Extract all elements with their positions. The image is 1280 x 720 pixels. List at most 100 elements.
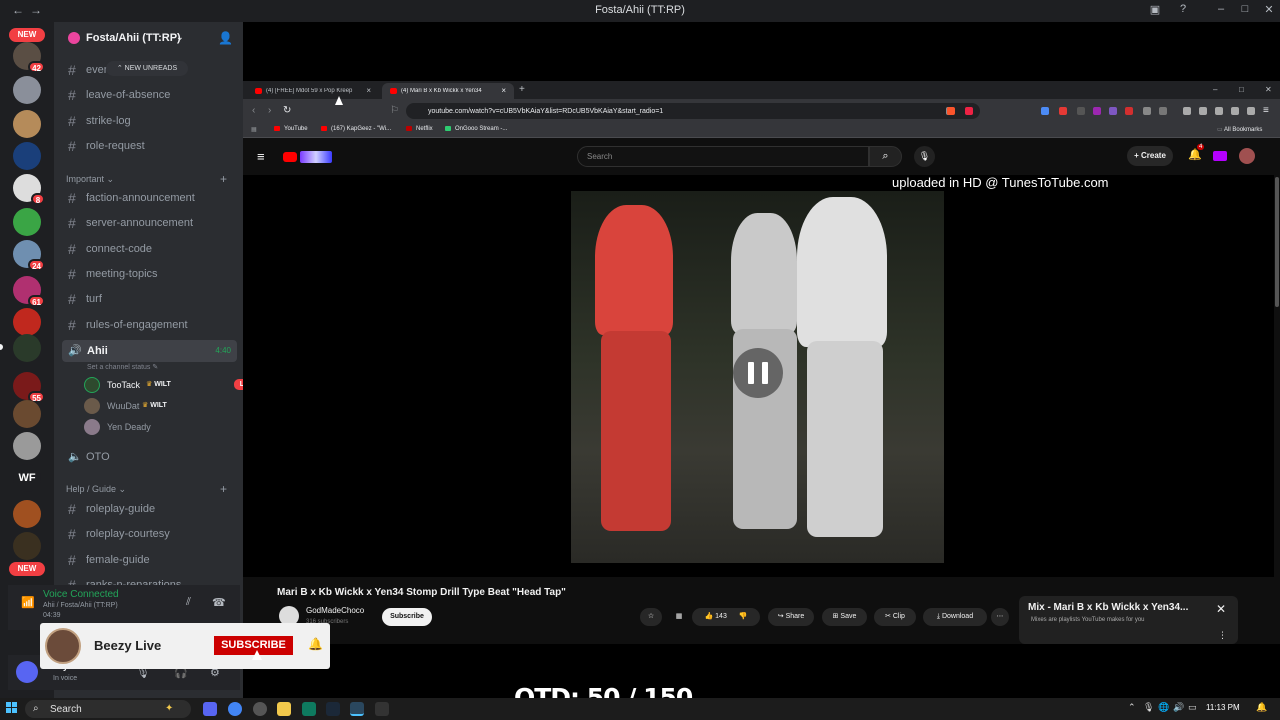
server-icon[interactable]	[13, 400, 41, 428]
wallet-icon[interactable]	[1215, 107, 1223, 115]
extension-icon[interactable]	[1125, 107, 1133, 115]
category-help-guide[interactable]: Help / Guide ⌄ +	[66, 482, 227, 496]
hamburger-menu-icon[interactable]: ≡	[257, 149, 265, 164]
url-text[interactable]: youtube.com/watch?v=cUB5VbKAiaY&list=RDc…	[428, 108, 663, 115]
server-header[interactable]: Fosta/Ahii (TT:RP) ⌄ 👤	[54, 22, 243, 56]
extension-icon[interactable]	[1109, 107, 1117, 115]
voice-channel-ahii[interactable]: 🔊 Ahii 4:40	[62, 340, 237, 362]
menu-icon[interactable]: ≡	[1263, 105, 1269, 116]
youtube-logo-icon[interactable]	[283, 152, 297, 162]
server-icon[interactable]	[13, 500, 41, 528]
volume-icon[interactable]: 🔊	[1173, 702, 1184, 713]
server-icon[interactable]: 8	[13, 174, 45, 205]
avatar[interactable]	[16, 661, 38, 683]
channel-name[interactable]: GodMadeChoco	[306, 606, 364, 615]
extension-icon[interactable]	[1159, 107, 1167, 115]
vpn-icon[interactable]	[1247, 107, 1255, 115]
dislike-button[interactable]: 👎	[739, 613, 748, 620]
rewards-icon[interactable]	[965, 107, 973, 115]
server-icon[interactable]	[13, 110, 41, 138]
reload-icon[interactable]: ↻	[283, 105, 291, 116]
start-button[interactable]	[6, 702, 18, 714]
browser-tab[interactable]: (4) [FREE] Mdot 59 x Pop Kreep ×	[247, 83, 379, 99]
voice-user[interactable]: Yen Deady	[84, 419, 243, 435]
new-tab-icon[interactable]: +	[519, 84, 525, 95]
minimize-icon[interactable]: –	[1214, 3, 1228, 17]
taskbar-search[interactable]: ⌕ Search ✦	[25, 700, 191, 718]
microphone-icon[interactable]: 🎙	[1143, 702, 1154, 713]
extension-icon[interactable]	[1059, 107, 1067, 115]
channel-female-guide[interactable]: # female-guide	[62, 550, 237, 570]
add-channel-icon[interactable]: +	[220, 482, 227, 496]
network-icon[interactable]: 🌐	[1158, 702, 1169, 713]
extension-icon[interactable]	[1213, 151, 1227, 161]
steam-icon[interactable]	[326, 702, 340, 716]
channel-server-announcement[interactable]: # server-announcement	[62, 213, 237, 233]
help-icon[interactable]: ?	[1176, 3, 1190, 17]
server-icon[interactable]	[13, 208, 41, 236]
extension-icon[interactable]	[1093, 107, 1101, 115]
new-unreads-pill[interactable]: ⌃ NEW UNREADS	[106, 61, 188, 76]
set-channel-status[interactable]: Set a channel status ✎	[87, 363, 158, 371]
close-window-icon[interactable]: ✕	[1265, 85, 1272, 94]
pause-button[interactable]	[733, 348, 783, 398]
video-player[interactable]: uploaded in HD @ TunesToTube.com	[243, 175, 1274, 577]
all-bookmarks[interactable]: ▭ All Bookmarks	[1217, 126, 1262, 133]
voice-channel-oto[interactable]: 🔈 OTO	[62, 447, 237, 467]
extension-icon[interactable]	[1231, 107, 1239, 115]
server-icon[interactable]	[13, 142, 41, 170]
more-actions-button[interactable]: ⋯	[991, 608, 1009, 626]
file-explorer-icon[interactable]	[277, 702, 291, 716]
playlist-button[interactable]: ▦	[669, 608, 689, 626]
browser-tab-active[interactable]: (4) Mari B x Kb Wickk x Yen34 ×	[382, 83, 514, 99]
app-icon[interactable]	[375, 702, 389, 716]
search-input[interactable]: Search	[577, 146, 869, 167]
server-icon[interactable]	[13, 334, 41, 362]
bookmark-icon[interactable]: ⚐	[390, 105, 399, 116]
channel-leave-of-absence[interactable]: # leave-of-absence	[62, 85, 237, 105]
noise-suppression-icon[interactable]: ⫽	[186, 596, 191, 609]
bookmark-netflix[interactable]: Netflix	[406, 126, 433, 132]
youtube-doodle-logo[interactable]	[300, 151, 332, 163]
profile-avatar[interactable]	[1239, 148, 1255, 164]
server-icon[interactable]	[13, 432, 41, 460]
subscribe-button[interactable]: Subscribe	[382, 608, 432, 626]
channel-role-request[interactable]: # role-request	[62, 136, 237, 156]
forward-icon[interactable]: ›	[268, 105, 271, 116]
minimize-icon[interactable]: –	[1213, 85, 1217, 94]
close-icon[interactable]: ✕	[1216, 602, 1226, 616]
taskbar-clock[interactable]: 11:13 PM	[1206, 703, 1240, 712]
mix-title[interactable]: Mix - Mari B x Kb Wickk x Yen34...	[1028, 602, 1188, 613]
server-icon[interactable]	[13, 76, 41, 104]
download-button[interactable]: ⤓ Download	[923, 608, 987, 626]
disconnect-icon[interactable]: ☎	[212, 596, 226, 609]
apps-icon[interactable]: ▦	[251, 126, 257, 133]
close-tab-icon[interactable]: ×	[501, 86, 506, 95]
discord-app-icon[interactable]	[203, 702, 217, 716]
server-icon[interactable]	[13, 308, 41, 336]
extension-icon[interactable]	[1041, 107, 1049, 115]
maximize-icon[interactable]: □	[1238, 3, 1252, 17]
save-button[interactable]: ⊞ Save	[822, 608, 867, 626]
voice-search-button[interactable]: 🎙	[914, 146, 935, 167]
battery-icon[interactable]: ▭	[1188, 702, 1197, 713]
create-button[interactable]: + Create	[1127, 146, 1173, 166]
clip-button[interactable]: ✂ Clip	[874, 608, 916, 626]
add-channel-icon[interactable]: +	[220, 172, 227, 186]
category-important[interactable]: Important ⌄ +	[66, 172, 227, 186]
channel-meeting-topics[interactable]: # meeting-topics	[62, 264, 237, 284]
extension-icon[interactable]	[1077, 107, 1085, 115]
page-scrollbar[interactable]	[1274, 175, 1280, 644]
channel-turf[interactable]: # turf	[62, 289, 237, 309]
channel-strike-log[interactable]: # strike-log	[62, 111, 237, 131]
channel-roleplay-courtesy[interactable]: # roleplay-courtesy	[62, 524, 237, 544]
like-button[interactable]: 👍 143	[704, 613, 726, 620]
star-button[interactable]: ☆	[640, 608, 662, 626]
extension-icon[interactable]	[1143, 107, 1151, 115]
server-icon[interactable]: 55	[13, 372, 45, 403]
signal-icon[interactable]: 📶	[21, 596, 35, 609]
channel-roleplay-guide[interactable]: # roleplay-guide	[62, 499, 237, 519]
chevron-up-icon[interactable]: ⌃	[1128, 702, 1136, 713]
voice-location[interactable]: Ahii / Fosta/Ahii (TT:RP)	[43, 602, 118, 609]
search-button[interactable]: ⌕	[869, 146, 902, 167]
